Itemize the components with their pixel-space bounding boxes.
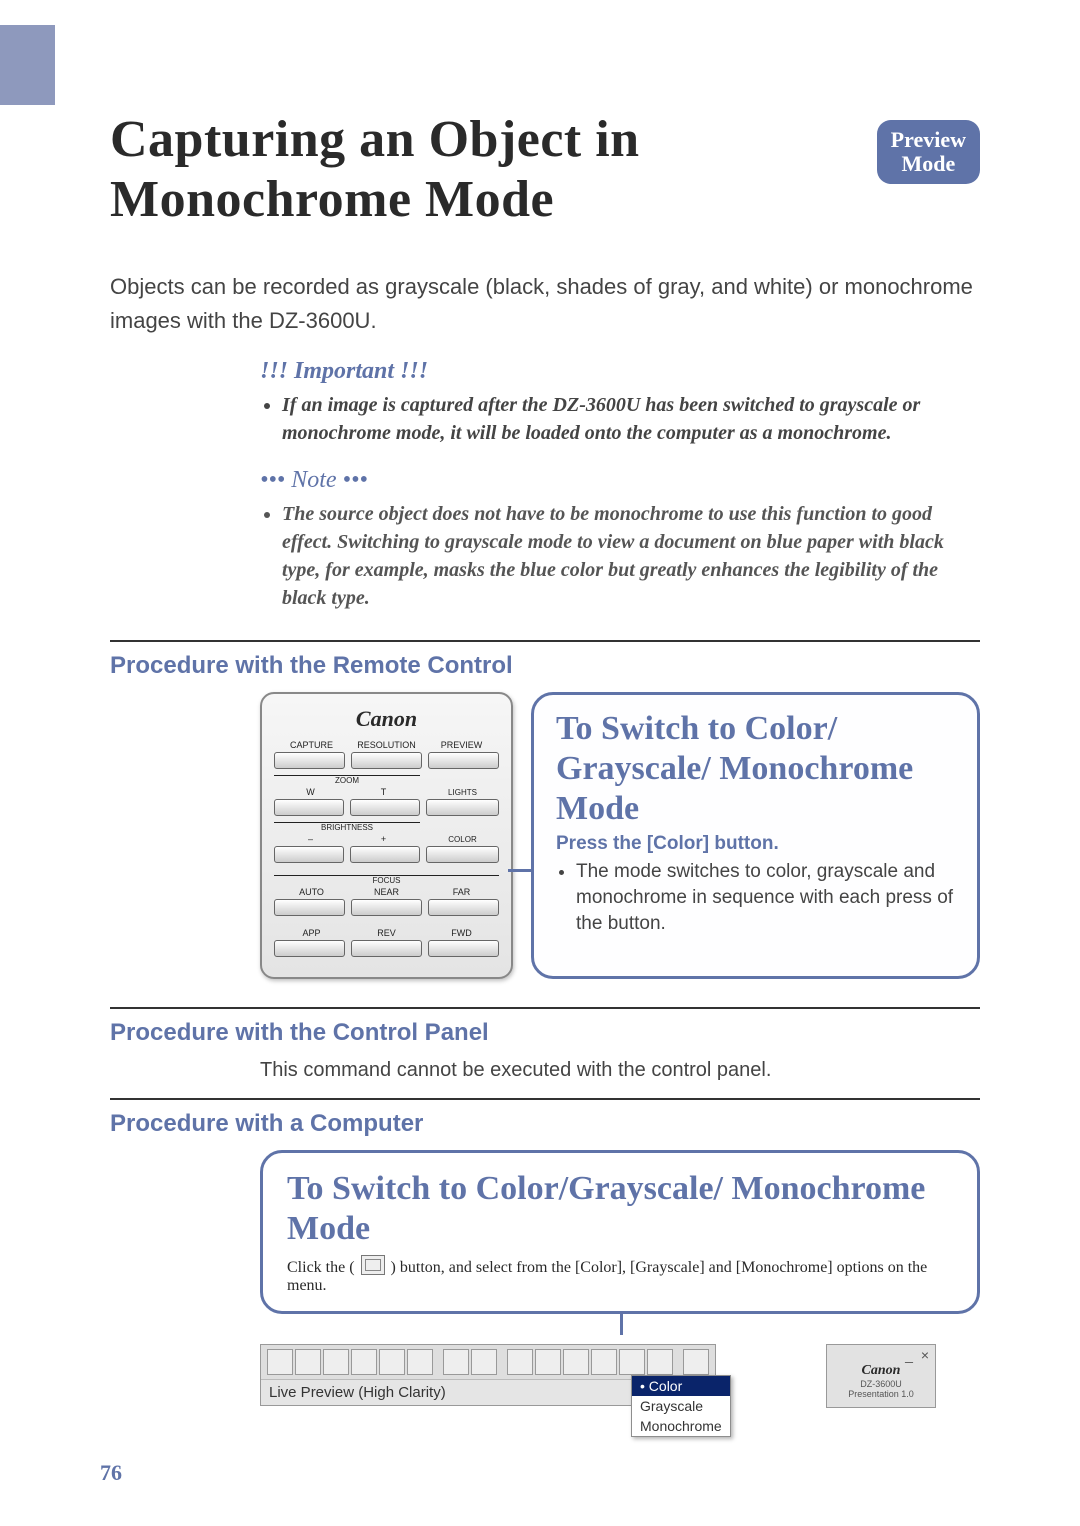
remote-label-brightness-up: + <box>347 834 420 844</box>
toolbar-icon <box>443 1349 469 1375</box>
dropdown-option-monochrome: Monochrome <box>632 1416 730 1436</box>
remote-control-image: Canon CAPTURE RESOLUTION PREVIEW ZOOM WT… <box>260 692 513 979</box>
remote-callout: To Switch to Color/ Grayscale/ Monochrom… <box>531 692 980 979</box>
badge-line2: Mode <box>901 151 955 176</box>
toolbar-screenshot: Live Preview (High Clarity) • Color Gray… <box>260 1344 980 1408</box>
remote-label-lights: LIGHTS <box>426 788 499 797</box>
sidepanel-brand: Canon <box>833 1363 929 1379</box>
toolbar-icon <box>379 1349 405 1375</box>
proc-remote-heading: Procedure with the Remote Control <box>110 652 980 680</box>
divider <box>110 640 980 642</box>
proc-computer-heading: Procedure with a Computer <box>110 1110 980 1138</box>
remote-callout-sub: Press the [Color] button. <box>556 833 955 855</box>
remote-callout-bullet: The mode switches to color, grayscale an… <box>576 859 955 937</box>
intro-paragraph: Objects can be recorded as grayscale (bl… <box>110 270 980 338</box>
remote-zoom-group-label: ZOOM <box>335 776 359 785</box>
side-color-tab <box>0 25 55 105</box>
remote-focus-group-label: FOCUS <box>373 876 401 885</box>
computer-callout-instruction: Click the ( ) button, and select from th… <box>287 1255 953 1295</box>
important-heading: !!! Important !!! <box>260 358 950 385</box>
remote-row: Canon CAPTURE RESOLUTION PREVIEW ZOOM WT… <box>260 692 980 979</box>
color-mode-dropdown: • Color Grayscale Monochrome <box>631 1375 731 1437</box>
remote-label-auto: AUTO <box>274 887 349 897</box>
remote-label-fwd: FWD <box>424 928 499 938</box>
important-block: !!! Important !!! If an image is capture… <box>260 358 950 612</box>
toolbar-icon <box>295 1349 321 1375</box>
toolbar-icon <box>407 1349 433 1375</box>
toolbar-icons <box>261 1345 715 1379</box>
toolbar-color-mode-icon <box>619 1349 645 1375</box>
toolbar-icon <box>471 1349 497 1375</box>
software-side-panel: _ × Canon DZ-3600U Presentation 1.0 <box>826 1344 936 1408</box>
note-heading: ••• Note ••• <box>260 467 950 494</box>
toolbar-icon <box>563 1349 589 1375</box>
toolbar-icon <box>591 1349 617 1375</box>
remote-label-zoom-t: T <box>347 787 420 797</box>
computer-callout-title: To Switch to Color/Grayscale/ Monochrome… <box>287 1169 953 1249</box>
remote-brightness-group-label: BRIGHTNESS <box>321 823 373 832</box>
remote-btn-capture <box>274 752 345 769</box>
computer-callout-line1a: Click the ( <box>287 1259 359 1276</box>
toolbar-icon <box>323 1349 349 1375</box>
remote-label-far: FAR <box>424 887 499 897</box>
proc-panel-heading: Procedure with the Control Panel <box>110 1019 980 1047</box>
remote-btn-far <box>428 899 499 916</box>
remote-btn-brightness-down <box>274 846 344 863</box>
toolbar-icon <box>647 1349 673 1375</box>
toolbar-icon <box>267 1349 293 1375</box>
toolbar-icon <box>535 1349 561 1375</box>
proc-panel-text: This command cannot be executed with the… <box>260 1059 980 1082</box>
remote-btn-brightness-up <box>350 846 420 863</box>
manual-page: Preview Mode Capturing an Object in Mono… <box>0 0 1080 1526</box>
software-toolbar: Live Preview (High Clarity) • Color Gray… <box>260 1344 716 1406</box>
remote-label-zoom-w: W <box>274 787 347 797</box>
remote-btn-preview <box>428 752 499 769</box>
remote-callout-title: To Switch to Color/ Grayscale/ Monochrom… <box>556 709 955 829</box>
color-mode-icon <box>361 1255 385 1275</box>
remote-btn-near <box>351 899 422 916</box>
sidepanel-model: DZ-3600U <box>833 1379 929 1389</box>
dropdown-option-color: • Color <box>632 1376 730 1396</box>
remote-btn-zoom-w <box>274 799 344 816</box>
remote-btn-zoom-t <box>350 799 420 816</box>
remote-label-rev: REV <box>349 928 424 938</box>
remote-brand: Canon <box>274 706 499 732</box>
remote-label-near: NEAR <box>349 887 424 897</box>
page-number: 76 <box>100 1460 122 1486</box>
window-controls-icon: _ × <box>905 1347 931 1363</box>
badge-line1: Preview <box>891 127 966 152</box>
dropdown-option-grayscale: Grayscale <box>632 1396 730 1416</box>
sidepanel-app: Presentation 1.0 <box>833 1389 929 1399</box>
remote-btn-fwd <box>428 940 499 957</box>
toolbar-icon <box>351 1349 377 1375</box>
remote-btn-app <box>274 940 345 957</box>
remote-label-preview: PREVIEW <box>424 740 499 750</box>
remote-label-brightness-down: – <box>274 834 347 844</box>
remote-btn-lights <box>426 799 499 816</box>
important-bullet: If an image is captured after the DZ-360… <box>282 391 950 447</box>
remote-btn-auto <box>274 899 345 916</box>
note-bullet: The source object does not have to be mo… <box>282 500 950 612</box>
remote-label-app: APP <box>274 928 349 938</box>
remote-label-color: COLOR <box>426 835 499 844</box>
remote-label-capture: CAPTURE <box>274 740 349 750</box>
remote-btn-color <box>426 846 499 863</box>
mode-badge: Preview Mode <box>877 120 980 184</box>
page-title: Capturing an Object in Monochrome Mode <box>110 110 810 230</box>
computer-callout: To Switch to Color/Grayscale/ Monochrome… <box>260 1150 980 1314</box>
remote-label-resolution: RESOLUTION <box>349 740 424 750</box>
divider <box>110 1007 980 1009</box>
remote-btn-resolution <box>351 752 422 769</box>
remote-btn-rev <box>351 940 422 957</box>
toolbar-icon <box>507 1349 533 1375</box>
divider <box>110 1098 980 1100</box>
toolbar-icon <box>683 1349 709 1375</box>
